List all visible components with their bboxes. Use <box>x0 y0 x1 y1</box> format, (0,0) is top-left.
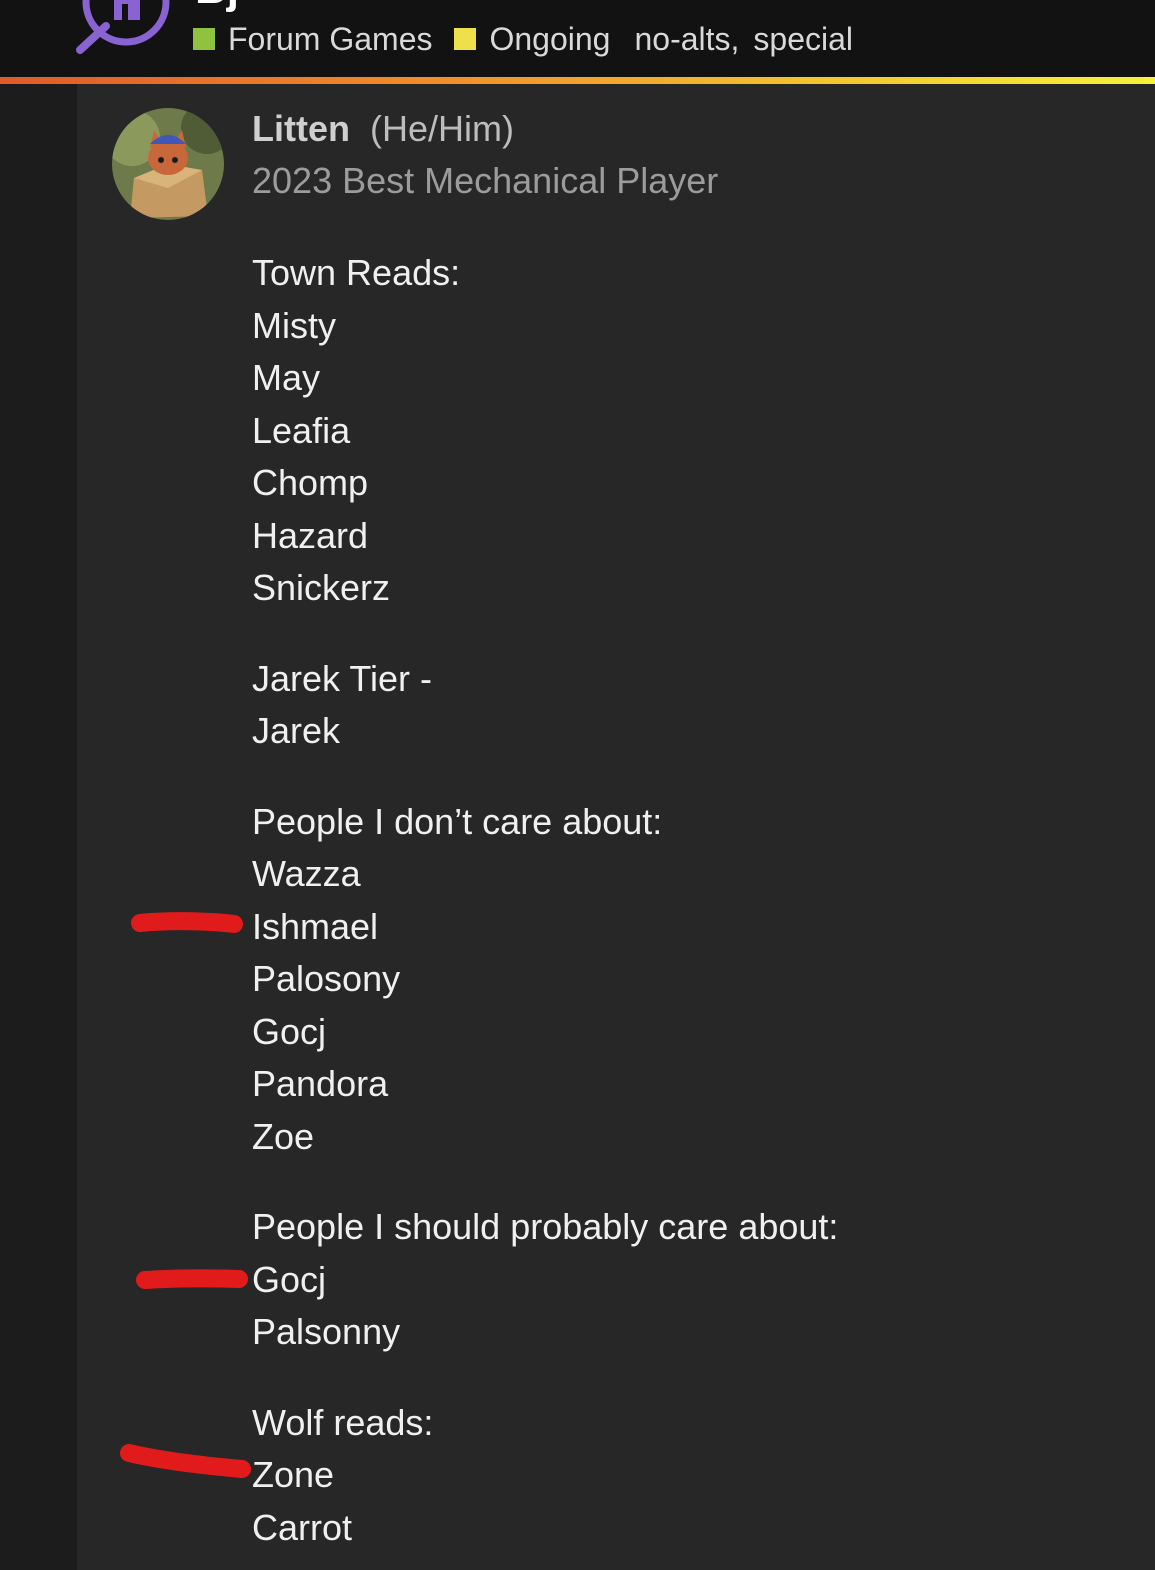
tag-no-alts[interactable]: no-alts <box>634 21 730 58</box>
section-heading: Jarek Tier - <box>252 657 433 699</box>
list-item: Jarek <box>252 710 341 751</box>
section-heading: People I should probably care about: <box>252 1206 839 1247</box>
list-item: Zoe <box>252 1115 315 1157</box>
magnifier-logo-icon[interactable] <box>74 0 176 54</box>
author-name[interactable]: Litten <box>252 108 350 149</box>
category-ongoing[interactable]: Ongoing <box>454 21 610 58</box>
town-reads-section: Town Reads: Misty May Leafia Chomp Hazar… <box>252 247 838 615</box>
list-item: Chomp <box>252 462 369 503</box>
author-line: Litten (He/Him) <box>252 108 514 150</box>
list-item: Ishmael <box>252 905 379 947</box>
category-label: Ongoing <box>489 20 611 57</box>
list-item: Hazard <box>252 514 369 556</box>
avatar-image <box>112 108 224 220</box>
dont-care-section: People I don’t care about: Wazza Ishmael… <box>252 796 838 1164</box>
red-strike-mark-ishmael <box>131 912 243 933</box>
list-item: Carrot <box>252 1506 353 1548</box>
list-item: Misty <box>252 304 336 346</box>
avatar[interactable] <box>112 108 224 220</box>
category-color-icon <box>454 28 477 50</box>
list-item: Wazza <box>252 853 361 894</box>
list-item: Pandora <box>252 1063 389 1104</box>
list-item: Gocj <box>252 1258 327 1300</box>
author-pronouns: (He/Him) <box>369 108 514 149</box>
red-strike-mark-zone <box>120 1444 251 1478</box>
should-care-section: People I should probably care about: Goc… <box>252 1201 838 1359</box>
tag-separator: , <box>730 20 740 57</box>
list-item: May <box>252 357 321 398</box>
section-heading: Wolf reads: <box>252 1401 434 1443</box>
list-item: Zone <box>252 1454 335 1495</box>
category-color-icon <box>193 28 215 50</box>
wolf-reads-section: Wolf reads: Zone Carrot <box>252 1397 838 1555</box>
post-body: Town Reads: Misty May Leafia Chomp Hazar… <box>252 247 838 1554</box>
topic-meta: Forum Games Ongoing no-alts , special <box>193 20 853 58</box>
post: Litten (He/Him) 2023 Best Mechanical Play… <box>77 84 1155 1570</box>
section-heading: Town Reads: <box>252 252 461 293</box>
jarek-tier-section: Jarek Tier - Jarek <box>252 653 838 758</box>
tag-special[interactable]: special <box>753 21 853 58</box>
user-title: 2023 Best Mechanical Player <box>252 160 719 201</box>
reading-progress-bar <box>0 77 1155 84</box>
topic-title[interactable]: Bj <box>195 0 239 14</box>
tag-list: no-alts , special <box>634 21 853 58</box>
list-item: Palosony <box>252 958 401 999</box>
category-label: Forum Games <box>228 20 433 57</box>
category-forum-games[interactable]: Forum Games <box>193 21 432 58</box>
list-item: Palsonny <box>252 1311 401 1352</box>
topic-header: Bj Forum Games Ongoing no-alts , special <box>0 0 1155 77</box>
list-item: Gocj <box>252 1010 327 1052</box>
list-item: Snickerz <box>252 567 391 608</box>
list-item: Leafia <box>252 409 351 451</box>
red-strike-mark-gocj <box>136 1269 248 1289</box>
section-heading: People I don’t care about: <box>252 800 663 842</box>
